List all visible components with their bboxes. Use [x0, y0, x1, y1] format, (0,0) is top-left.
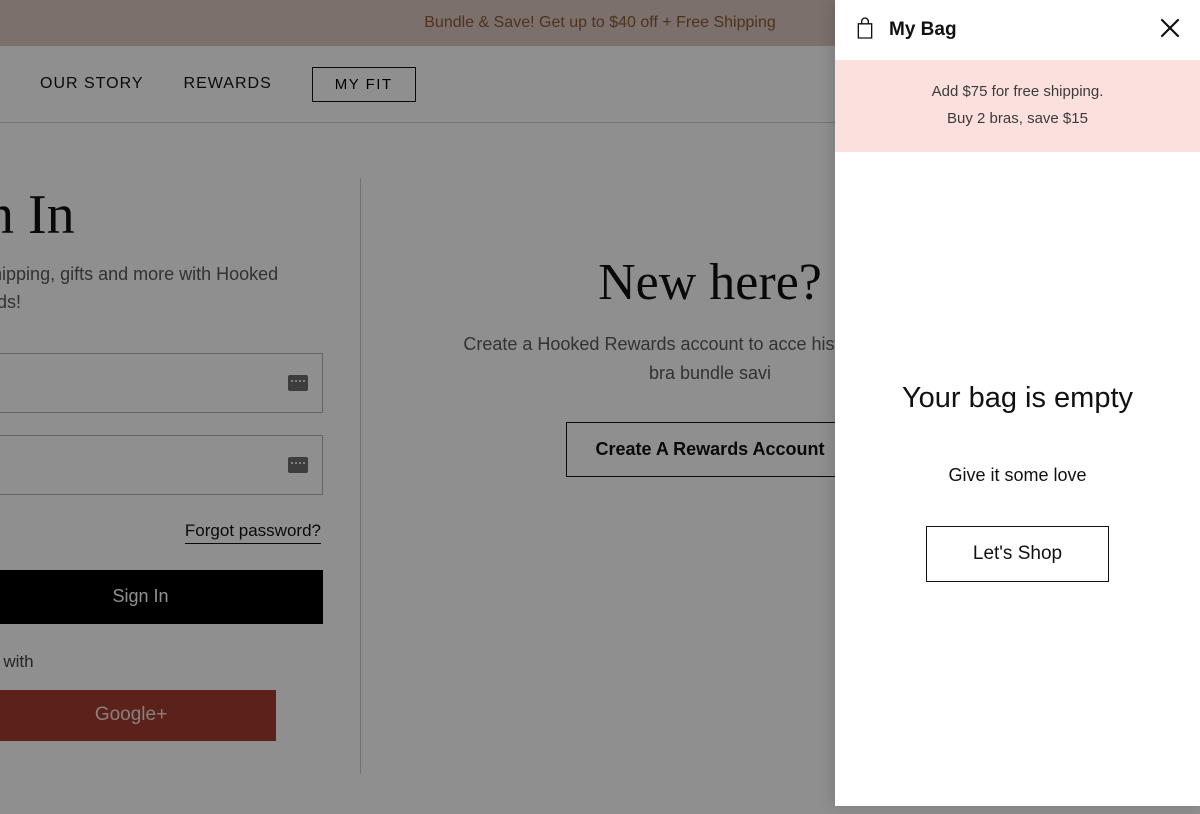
cart-drawer-header: My Bag [835, 0, 1200, 60]
lets-shop-label: Let's Shop [973, 543, 1062, 564]
cart-drawer-title: My Bag [889, 19, 957, 41]
cart-promo-banner: Add $75 for free shipping. Buy 2 bras, s… [835, 60, 1200, 152]
lets-shop-button[interactable]: Let's Shop [926, 526, 1109, 582]
cart-drawer-body: Your bag is empty Give it some love Let'… [835, 152, 1200, 806]
empty-bag-subtitle: Give it some love [948, 465, 1086, 486]
cart-drawer: My Bag Add $75 for free shipping. Buy 2 … [835, 0, 1200, 806]
cart-promo-line2: Buy 2 bras, save $15 [851, 105, 1184, 132]
close-icon[interactable] [1160, 18, 1180, 43]
bag-icon [855, 16, 875, 45]
empty-bag-title: Your bag is empty [902, 382, 1133, 415]
cart-promo-line1: Add $75 for free shipping. [851, 78, 1184, 105]
